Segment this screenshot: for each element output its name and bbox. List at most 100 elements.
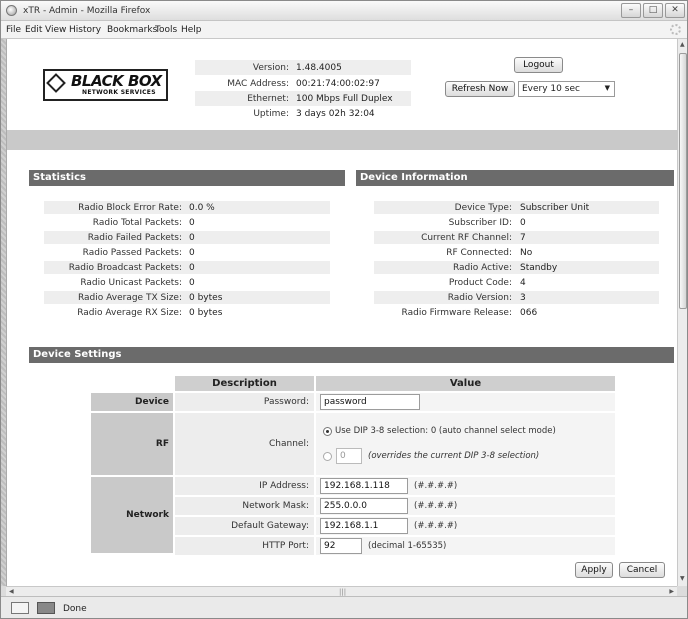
status-text: Done (63, 604, 87, 614)
statistics-label: Radio Failed Packets: (87, 233, 182, 243)
close-button[interactable]: ✕ (665, 3, 685, 18)
menu-file[interactable]: File (6, 25, 21, 35)
statistics-row: Radio Passed Packets: 0 (44, 246, 330, 259)
scroll-down-icon[interactable]: ▼ (680, 575, 685, 582)
network-mask-input[interactable]: 255.0.0.0 (320, 498, 408, 514)
http-port-label: HTTP Port: (175, 537, 314, 555)
info-label: Ethernet: (247, 94, 289, 104)
menu-edit[interactable]: Edit (25, 25, 42, 35)
channel-label: Channel: (175, 413, 314, 475)
device-info-value: Subscriber Unit (520, 203, 590, 213)
network-mask-cell: 255.0.0.0 (#.#.#.#) (316, 497, 615, 515)
menu-history[interactable]: History (69, 25, 101, 35)
channel-manual-input[interactable]: 0 (336, 448, 362, 464)
statistics-row: Radio Failed Packets: 0 (44, 231, 330, 244)
info-row-uptime: Uptime: 3 days 02h 32:04 (195, 106, 411, 121)
channel-manual-hint: (overrides the current DIP 3-8 selection… (368, 451, 540, 461)
menu-bar: File Edit View History Bookmarks Tools H… (1, 21, 687, 39)
statistics-value: 0 (189, 233, 195, 243)
password-cell: password (316, 393, 615, 411)
channel-manual-radio[interactable] (323, 452, 332, 461)
http-port-input[interactable]: 92 (320, 538, 362, 554)
vertical-scrollbar[interactable]: ▲ ▼ (677, 39, 687, 586)
default-gateway-hint: (#.#.#.#) (414, 521, 458, 531)
refresh-now-button[interactable]: Refresh Now (445, 81, 515, 97)
statistics-label: Radio Unicast Packets: (80, 278, 182, 288)
minimize-button[interactable]: – (621, 3, 641, 18)
network-mask-label: Network Mask: (175, 497, 314, 515)
channel-cell: Use DIP 3-8 selection: 0 (auto channel s… (316, 413, 615, 475)
header-divider-band (7, 130, 677, 150)
password-label: Password: (175, 393, 314, 411)
device-info-label: RF Connected: (446, 248, 512, 258)
statistics-label: Radio Average RX Size: (77, 308, 182, 318)
statistics-value: 0 (189, 218, 195, 228)
http-port-hint: (decimal 1-65535) (368, 541, 447, 551)
statistics-label: Radio Block Error Rate: (78, 203, 182, 213)
ip-address-hint: (#.#.#.#) (414, 481, 458, 491)
ip-address-label: IP Address: (175, 477, 314, 495)
refresh-interval-value: Every 10 sec (522, 84, 580, 94)
channel-dip-radio[interactable] (323, 427, 332, 436)
statistics-row: Radio Block Error Rate: 0.0 % (44, 201, 330, 214)
password-input[interactable]: password (320, 394, 420, 410)
statistics-row: Radio Average RX Size: 0 bytes (44, 306, 330, 319)
menu-view[interactable]: View (45, 25, 66, 35)
device-info-label: Current RF Channel: (421, 233, 512, 243)
ip-address-cell: 192.168.1.118 (#.#.#.#) (316, 477, 615, 495)
title-bar: xTR - Admin - Mozilla Firefox – □ ✕ (1, 1, 687, 21)
horizontal-scrollbar[interactable]: ◀ ||| ▶ (6, 586, 677, 596)
cancel-button[interactable]: Cancel (619, 562, 665, 578)
scroll-grip-icon: ||| (339, 588, 347, 596)
group-rf: RF (91, 413, 173, 475)
info-row-mac: MAC Address: 00:21:74:00:02:97 (195, 76, 411, 91)
default-gateway-label: Default Gateway: (175, 517, 314, 535)
device-settings-header: Device Settings (29, 347, 674, 363)
menu-bookmarks[interactable]: Bookmarks (107, 25, 157, 35)
firefox-icon (6, 5, 17, 16)
default-gateway-input[interactable]: 192.168.1.1 (320, 518, 408, 534)
vertical-scroll-thumb[interactable] (679, 53, 687, 309)
device-info-row: Radio Firmware Release: 066 (374, 306, 659, 319)
statistics-row: Radio Average TX Size: 0 bytes (44, 291, 330, 304)
device-info-value: 4 (520, 278, 526, 288)
http-port-cell: 92 (decimal 1-65535) (316, 537, 615, 555)
maximize-button[interactable]: □ (643, 3, 663, 18)
statistics-row: Radio Broadcast Packets: 0 (44, 261, 330, 274)
logout-button[interactable]: Logout (514, 57, 563, 73)
chevron-down-icon: ▼ (604, 84, 610, 92)
device-info-value: 0 (520, 218, 526, 228)
menu-tools[interactable]: Tools (155, 25, 177, 35)
network-mask-hint: (#.#.#.#) (414, 501, 458, 511)
security-icon (37, 602, 55, 614)
device-info-row: Device Type: Subscriber Unit (374, 201, 659, 214)
statistics-value: 0 bytes (189, 308, 223, 318)
ip-address-input[interactable]: 192.168.1.118 (320, 478, 408, 494)
device-info-label: Subscriber ID: (448, 218, 512, 228)
info-label: Uptime: (253, 109, 289, 119)
statistics-label: Radio Broadcast Packets: (68, 263, 182, 273)
scroll-left-icon[interactable]: ◀ (9, 588, 14, 595)
connection-icon (11, 602, 29, 614)
device-info-row: RF Connected: No (374, 246, 659, 259)
default-gateway-cell: 192.168.1.1 (#.#.#.#) (316, 517, 615, 535)
column-header-description: Description (175, 376, 314, 391)
menu-help[interactable]: Help (181, 25, 202, 35)
channel-dip-label: Use DIP 3-8 selection: 0 (auto channel s… (335, 426, 556, 436)
group-network: Network (91, 477, 173, 553)
info-row-ethernet: Ethernet: 100 Mbps Full Duplex (195, 91, 411, 106)
device-info-label: Product Code: (448, 278, 512, 288)
device-info-row: Radio Active: Standby (374, 261, 659, 274)
browser-window: xTR - Admin - Mozilla Firefox – □ ✕ File… (0, 0, 688, 619)
apply-button[interactable]: Apply (575, 562, 613, 578)
device-info-label: Device Type: (454, 203, 512, 213)
info-row-version: Version: 1.48.4005 (195, 60, 411, 75)
info-value: 3 days 02h 32:04 (296, 109, 375, 119)
statistics-label: Radio Average TX Size: (77, 293, 182, 303)
refresh-interval-select[interactable]: Every 10 sec ▼ (518, 81, 615, 97)
status-bar: Done (1, 596, 687, 618)
statistics-value: 0.0 % (189, 203, 215, 213)
device-info-row: Radio Version: 3 (374, 291, 659, 304)
scroll-up-icon[interactable]: ▲ (680, 41, 685, 48)
scroll-right-icon[interactable]: ▶ (669, 588, 674, 595)
